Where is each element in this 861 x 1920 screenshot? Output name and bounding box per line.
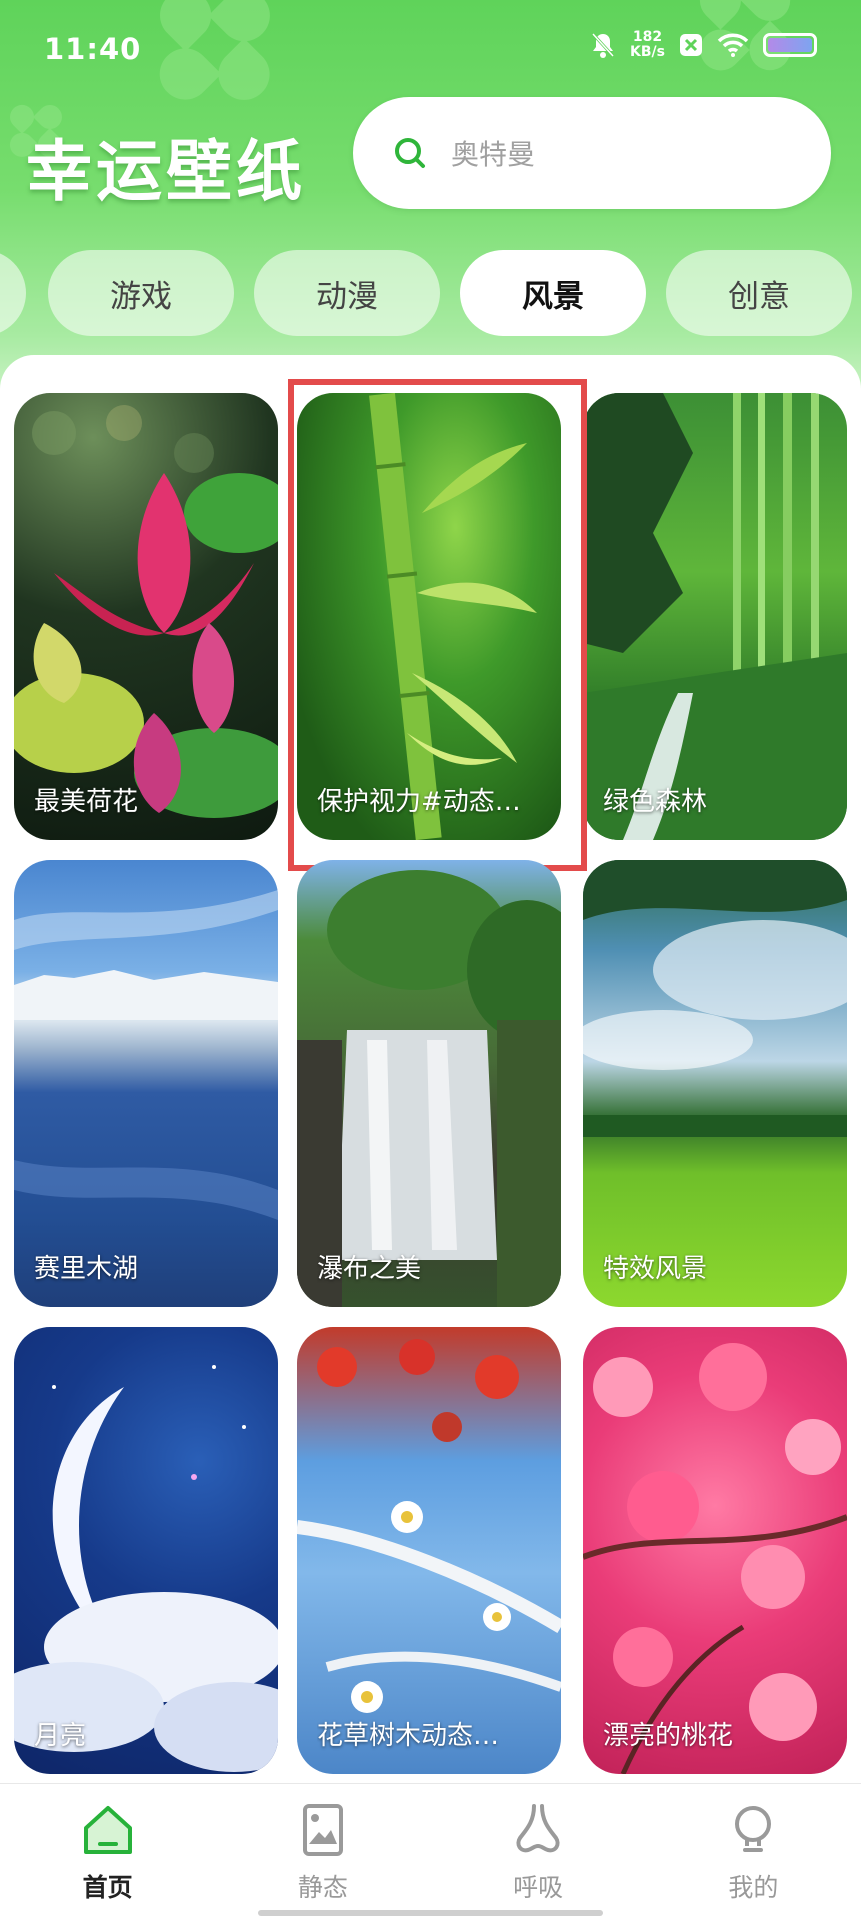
net-speed-value: 182	[632, 29, 663, 45]
bamboo-image	[297, 393, 561, 840]
nav-static[interactable]: 静态	[215, 1784, 430, 1920]
field-image	[583, 860, 847, 1307]
wallpaper-title: 保护视力#动态…	[317, 787, 521, 817]
net-speed: 182 KB/s	[630, 30, 665, 60]
lake-image	[14, 860, 278, 1307]
tab-games[interactable]: 游戏	[48, 250, 234, 336]
nav-label: 静态	[297, 1873, 348, 1902]
wallpaper-title: 最美荷花	[34, 787, 139, 817]
wallpaper-card[interactable]: 绿色森林	[583, 393, 847, 840]
bottom-navigation: 首页 静态 呼吸 我的	[0, 1783, 861, 1920]
nav-home[interactable]: 首页	[0, 1784, 215, 1920]
tab-anime[interactable]: 动漫	[254, 250, 440, 336]
nav-label: 我的	[728, 1873, 779, 1902]
net-speed-unit: KB/s	[630, 44, 665, 60]
bell-mute-icon	[591, 32, 615, 58]
lotus-image	[14, 393, 278, 840]
image-icon	[302, 1804, 343, 1856]
wallpaper-card[interactable]: 瀑布之美	[297, 860, 561, 1307]
tab-creative[interactable]: 创意	[666, 250, 852, 336]
wallpaper-card[interactable]: 保护视力#动态…	[297, 393, 561, 840]
wallpaper-card[interactable]: 最美荷花	[14, 393, 278, 840]
forest-image	[583, 393, 847, 840]
wallpaper-card[interactable]: 月亮	[14, 1327, 278, 1774]
wallpaper-card[interactable]: 漂亮的桃花	[583, 1327, 847, 1774]
nose-icon	[516, 1804, 560, 1853]
search-input[interactable]: 奥特曼	[353, 97, 831, 209]
nav-label: 呼吸	[513, 1873, 564, 1902]
waterfall-image	[297, 860, 561, 1307]
battery-icon	[763, 33, 817, 57]
search-placeholder: 奥特曼	[451, 138, 536, 171]
status-bar: 11:40 182 KB/s	[0, 0, 861, 100]
app-title: 幸运壁纸	[26, 132, 306, 210]
status-time: 11:40	[44, 32, 142, 66]
peach-blossom-image	[583, 1327, 847, 1774]
tab-scenery[interactable]: 风景	[460, 250, 646, 336]
search-icon	[395, 138, 425, 168]
nav-breathe[interactable]: 呼吸	[431, 1784, 646, 1920]
home-indicator[interactable]	[258, 1910, 603, 1916]
nav-label: 首页	[82, 1873, 133, 1902]
status-icons: 182 KB/s	[590, 30, 817, 60]
home-icon	[83, 1806, 132, 1854]
category-tabs: 游戏 动漫 风景 创意	[0, 250, 861, 336]
wallpaper-title: 瀑布之美	[317, 1254, 422, 1284]
wallpaper-title: 特效风景	[603, 1254, 708, 1284]
wifi-icon	[717, 33, 749, 57]
wallpaper-title: 花草树木动态…	[317, 1721, 500, 1751]
moon-image	[14, 1327, 278, 1774]
wallpaper-title: 绿色森林	[603, 787, 708, 817]
wallpaper-title: 漂亮的桃花	[603, 1721, 734, 1751]
nav-mine[interactable]: 我的	[646, 1784, 861, 1920]
x-badge-icon	[680, 34, 702, 56]
wallpaper-card[interactable]: 花草树木动态…	[297, 1327, 561, 1774]
wallpaper-card[interactable]: 特效风景	[583, 860, 847, 1307]
flowers-image	[297, 1327, 561, 1774]
wallpaper-card[interactable]: 赛里木湖	[14, 860, 278, 1307]
profile-icon	[735, 1806, 772, 1852]
wallpaper-title: 赛里木湖	[34, 1254, 139, 1284]
wallpaper-title: 月亮	[34, 1721, 87, 1751]
